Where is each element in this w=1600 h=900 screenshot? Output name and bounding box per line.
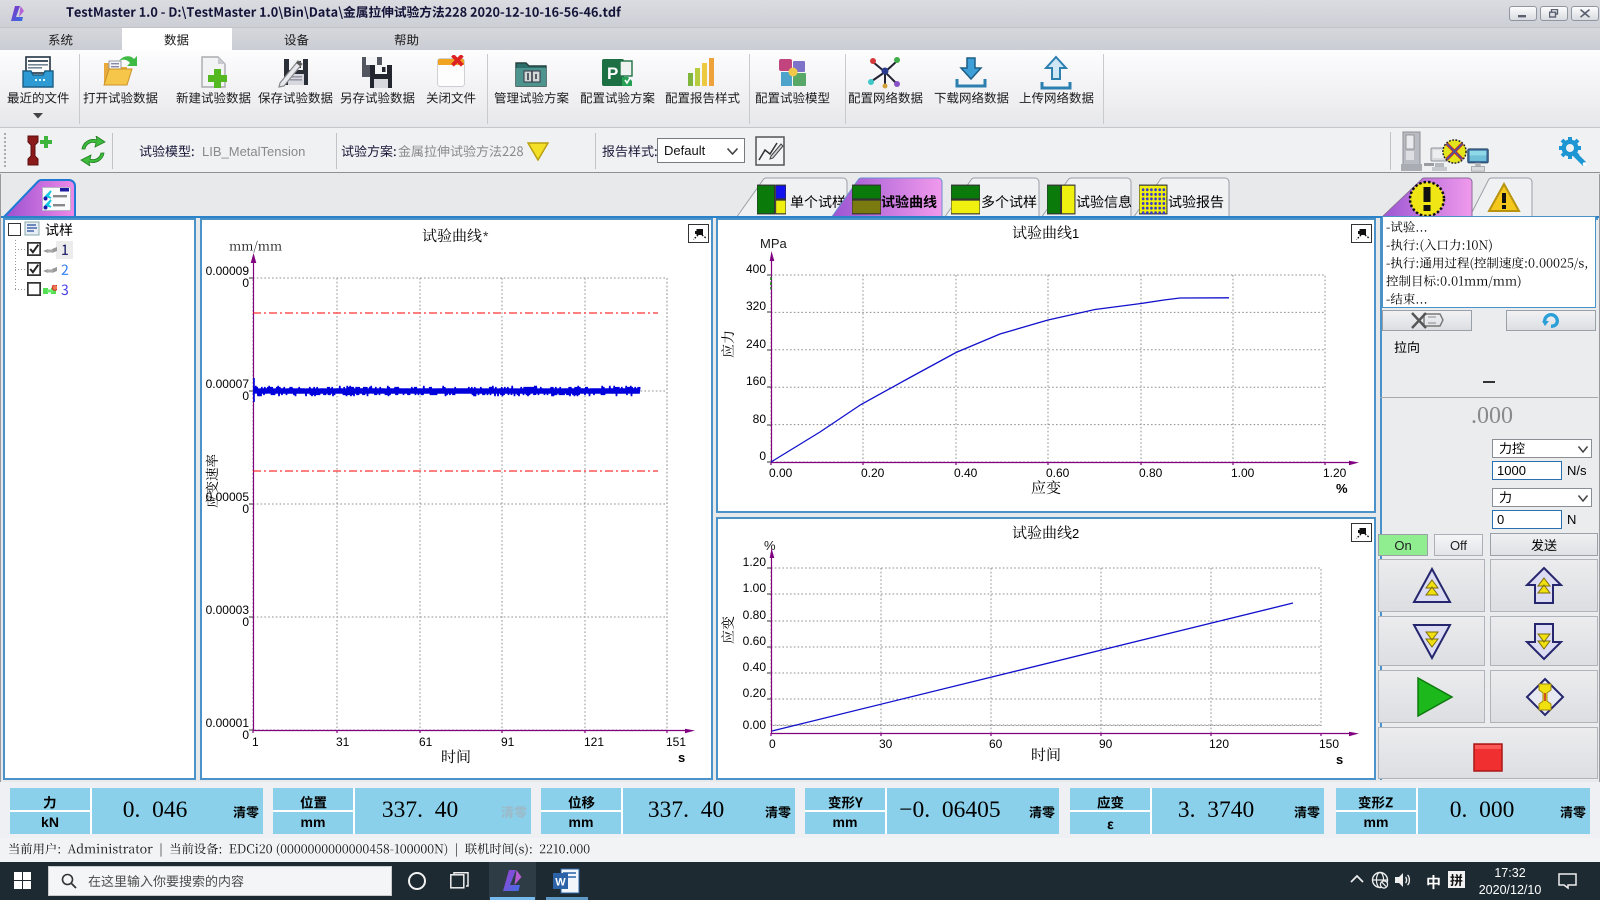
svg-text:121: 121: [584, 735, 604, 749]
svg-text:*: *: [483, 228, 489, 244]
svg-text:91: 91: [501, 735, 515, 749]
svg-text:2: 2: [1072, 526, 1079, 541]
svg-text:0.80: 0.80: [743, 608, 767, 622]
svg-text:0.20: 0.20: [861, 466, 885, 480]
svg-text:31: 31: [336, 735, 350, 749]
svg-text:1.20: 1.20: [1323, 466, 1347, 480]
svg-text:MPa: MPa: [760, 236, 788, 251]
svg-text:160: 160: [746, 374, 766, 388]
svg-text:0.40: 0.40: [743, 660, 767, 674]
svg-text:P: P: [607, 64, 618, 83]
svg-text:0.60: 0.60: [743, 634, 767, 648]
svg-text:0: 0: [242, 728, 249, 742]
svg-text:0.40: 0.40: [954, 466, 978, 480]
svg-text:30: 30: [879, 737, 893, 751]
svg-text:%: %: [764, 538, 776, 553]
svg-text:1.20: 1.20: [743, 555, 767, 569]
svg-text:240: 240: [746, 337, 766, 351]
svg-text:150: 150: [1319, 737, 1339, 751]
svg-text:0: 0: [242, 615, 249, 629]
svg-text:320: 320: [746, 299, 766, 313]
svg-text:0.00: 0.00: [769, 466, 793, 480]
svg-text:61: 61: [419, 735, 433, 749]
svg-text:60: 60: [989, 737, 1003, 751]
svg-text:1: 1: [1072, 226, 1079, 241]
svg-text:0.80: 0.80: [1139, 466, 1163, 480]
svg-text:120: 120: [1209, 737, 1229, 751]
svg-text:0.20: 0.20: [743, 686, 767, 700]
svg-text:W: W: [555, 877, 566, 889]
svg-text:0: 0: [759, 449, 766, 463]
svg-text:0.00: 0.00: [743, 718, 767, 732]
svg-text:400: 400: [746, 262, 766, 276]
svg-text:0.60: 0.60: [1046, 466, 1070, 480]
svg-text:0: 0: [242, 276, 249, 290]
svg-text:80: 80: [753, 412, 767, 426]
svg-text:%: %: [1336, 481, 1348, 496]
svg-text:151: 151: [666, 735, 686, 749]
svg-text:90: 90: [1099, 737, 1113, 751]
svg-text:s: s: [678, 750, 685, 765]
svg-text:0: 0: [242, 389, 249, 403]
svg-text:1: 1: [252, 735, 259, 749]
svg-text:1.00: 1.00: [743, 581, 767, 595]
svg-text:s: s: [1336, 752, 1343, 767]
svg-text:0: 0: [242, 502, 249, 516]
svg-text:1.00: 1.00: [1231, 466, 1255, 480]
svg-text:0: 0: [769, 737, 776, 751]
